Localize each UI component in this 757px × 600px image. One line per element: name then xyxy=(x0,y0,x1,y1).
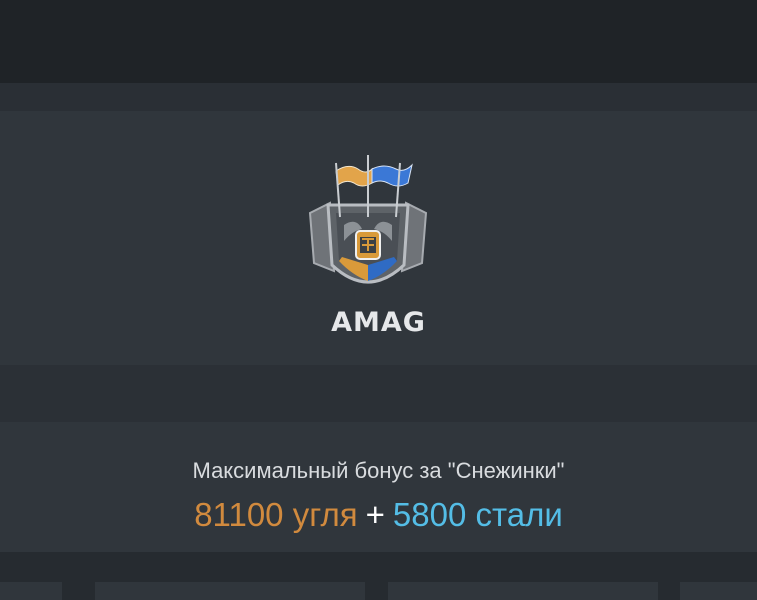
bonus-title: Максимальный бонус за "Снежинки" xyxy=(192,458,565,483)
clan-emblem-icon xyxy=(308,155,428,284)
steel-amount: 5800 стали xyxy=(392,496,563,533)
bonus-amounts: 81100 угля +5800 стали xyxy=(0,496,757,534)
divider-band xyxy=(0,365,757,422)
top-bar xyxy=(0,0,757,83)
clan-panel: AMAG xyxy=(0,111,757,365)
coal-amount: 81100 угля xyxy=(194,496,358,533)
clan-tag: AMAG xyxy=(331,307,426,338)
plus-sign: + xyxy=(365,496,385,533)
card-tile[interactable] xyxy=(388,582,658,600)
card-tile[interactable] xyxy=(680,582,757,600)
card-tile[interactable] xyxy=(95,582,365,600)
bonus-panel: Максимальный бонус за "Снежинки" 81100 у… xyxy=(0,422,757,552)
bottom-strip xyxy=(0,552,757,600)
header-strip xyxy=(0,83,757,111)
card-tile[interactable] xyxy=(0,582,62,600)
